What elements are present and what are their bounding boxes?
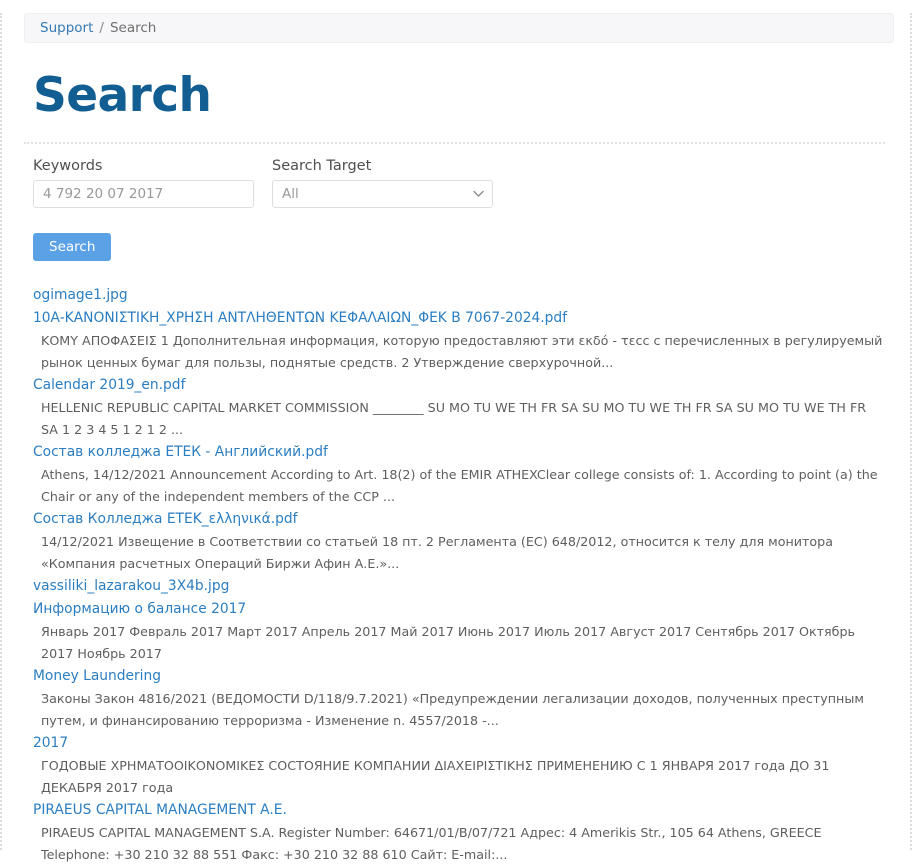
search-submit-button[interactable]: Search	[33, 233, 112, 262]
result-snippet: ГОДОВЫЕ ΧΡΗΜΑΤΟΟΙΚΟΝΟΜΙΚΕΣ СОСТОЯНИЕ КОМ…	[41, 758, 830, 796]
page-frame: Support / Search Search Keywords Search …	[0, 13, 912, 862]
keywords-field-group: Keywords	[33, 158, 254, 209]
result-title-link[interactable]: Calendar 2019_en.pdf	[33, 374, 886, 397]
result-snippet: Январь 2017 Февраль 2017 Март 2017 Апрел…	[41, 624, 856, 662]
result-snippet: ΚΟΜΥ ΑΠΟΦΑΣΕΙΣ 1 Дополнительная информац…	[41, 333, 883, 371]
search-form: Keywords Search Target All	[33, 158, 898, 209]
page-title: Search	[33, 68, 212, 123]
search-target-field-group: Search Target All	[272, 158, 493, 209]
result-title-link[interactable]: Money Laundering	[33, 665, 886, 688]
result-snippet: HELLENIC REPUBLIC CAPITAL MARKET COMMISS…	[41, 400, 867, 438]
result-title-link[interactable]: Состав колледжа ЕТЕК - Английский.pdf	[33, 441, 886, 464]
search-results-list: ogimage1.jpg 10A-ΚΑΝΟΝΙΣΤΙΚΗ_ΧΡΗΣΗ ΑΝΤΛΗ…	[33, 284, 886, 866]
breadcrumb: Support / Search	[24, 13, 894, 43]
result-item: vassiliki_lazarakou_3X4b.jpg	[33, 575, 886, 598]
result-snippet: 14/12/2021 Извещение в Соответствии со с…	[41, 534, 833, 572]
result-item: PIRAEUS CAPITAL MANAGEMENT A.E. PIRAEUS …	[33, 799, 886, 866]
result-item: ogimage1.jpg	[33, 284, 886, 307]
result-item: 2017 ГОДОВЫЕ ΧΡΗΜΑΤΟΟΙΚΟΝΟΜΙΚΕΣ СОСТОЯНИ…	[33, 732, 886, 799]
search-target-select[interactable]: All	[272, 180, 493, 209]
result-item: Состав колледжа ЕТЕК - Английский.pdf At…	[33, 441, 886, 508]
breadcrumb-separator: /	[99, 20, 104, 36]
result-title-link[interactable]: 2017	[33, 732, 886, 755]
result-title-link[interactable]: Состав Колледжа ΕΤΕΚ_ελληνικά.pdf	[33, 508, 886, 531]
result-item: Состав Колледжа ΕΤΕΚ_ελληνικά.pdf 14/12/…	[33, 508, 886, 575]
title-divider	[24, 142, 885, 145]
result-item: Money Laundering Законы Закон 4816/2021 …	[33, 665, 886, 732]
result-title-link[interactable]: ogimage1.jpg	[33, 284, 886, 307]
result-title-link[interactable]: PIRAEUS CAPITAL MANAGEMENT A.E.	[33, 799, 886, 822]
breadcrumb-current-search: Search	[109, 20, 157, 36]
search-input[interactable]	[33, 180, 254, 209]
result-item: Информацию о балансе 2017 Январь 2017 Фе…	[33, 598, 886, 665]
result-snippet: Athens, 14/12/2021 Announcement Accordin…	[41, 467, 878, 505]
result-snippet: Законы Закон 4816/2021 (ВЕДОМОСТИ D/118/…	[41, 691, 864, 729]
result-item: 10A-ΚΑΝΟΝΙΣΤΙΚΗ_ΧΡΗΣΗ ΑΝΤΛΗΘΕΝΤΩΝ ΚΕΦΑΛΑ…	[33, 307, 886, 374]
result-snippet: PIRAEUS CAPITAL MANAGEMENT S.A. Register…	[41, 825, 822, 863]
result-title-link[interactable]: vassiliki_lazarakou_3X4b.jpg	[33, 575, 886, 598]
search-target-select-wrap: All	[272, 180, 493, 209]
keywords-label: Keywords	[33, 158, 103, 175]
breadcrumb-link-support[interactable]: Support	[40, 20, 93, 36]
search-target-label: Search Target	[272, 158, 372, 175]
result-title-link[interactable]: 10A-ΚΑΝΟΝΙΣΤΙΚΗ_ΧΡΗΣΗ ΑΝΤΛΗΘΕΝΤΩΝ ΚΕΦΑΛΑ…	[33, 307, 886, 330]
result-item: Calendar 2019_en.pdf HELLENIC REPUBLIC C…	[33, 374, 886, 441]
result-title-link[interactable]: Информацию о балансе 2017	[33, 598, 886, 621]
